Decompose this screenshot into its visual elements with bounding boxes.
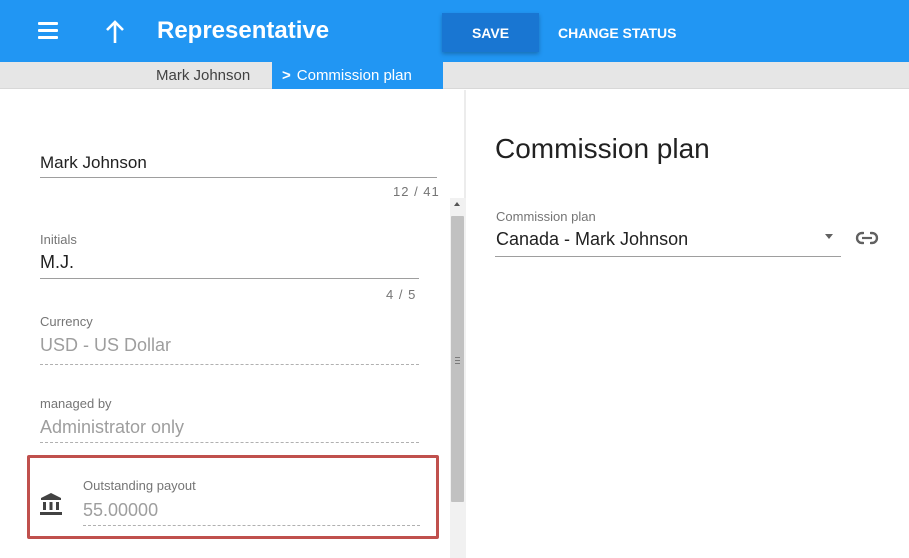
managed-by-label: managed by [40,396,112,411]
managed-by-field: Administrator only [40,417,185,437]
app-bar: Representative SAVE CHANGE STATUS [0,0,909,62]
outstanding-payout-underline [83,525,420,526]
outstanding-payout-field: 55.00000 [83,500,159,520]
initials-char-counter: 4 / 5 [386,287,417,302]
dropdown-arrow-icon[interactable] [825,234,833,239]
initials-field[interactable]: M.J. [40,252,74,273]
currency-label: Currency [40,314,93,329]
name-char-counter: 12 / 41 [393,184,440,199]
link-icon[interactable] [855,229,879,247]
change-status-button[interactable]: CHANGE STATUS [546,13,688,52]
name-field[interactable]: Mark Johnson [40,153,147,173]
currency-field: USD - US Dollar [40,335,172,355]
commission-plan-select-label: Commission plan [496,209,596,224]
outstanding-payout-highlight [27,455,439,539]
page-title: Representative [157,17,330,44]
initials-field-underline [40,278,419,279]
breadcrumb-current: > Commission plan [272,62,443,89]
chevron-right-icon: > [282,67,291,84]
scroll-up-arrow-icon[interactable] [454,202,460,206]
scroll-grip-icon [455,357,460,366]
breadcrumb-current-label: Commission plan [296,67,412,84]
initials-label: Initials [40,232,77,247]
commission-plan-select[interactable]: Canada - Mark Johnson [496,229,688,250]
arrow-up-icon[interactable] [103,19,127,45]
breadcrumb-parent-link[interactable]: Mark Johnson [156,67,250,84]
commission-plan-select-underline [495,256,841,257]
breadcrumb: Mark Johnson > Commission plan [0,62,909,89]
bank-icon [40,493,62,515]
managed-by-field-underline [40,442,419,443]
outstanding-payout-label: Outstanding payout [83,478,196,493]
currency-field-underline [40,364,419,365]
name-field-underline [40,177,437,178]
save-button[interactable]: SAVE [442,13,539,52]
hamburger-menu-icon[interactable] [38,22,60,40]
commission-plan-heading: Commission plan [495,133,710,164]
